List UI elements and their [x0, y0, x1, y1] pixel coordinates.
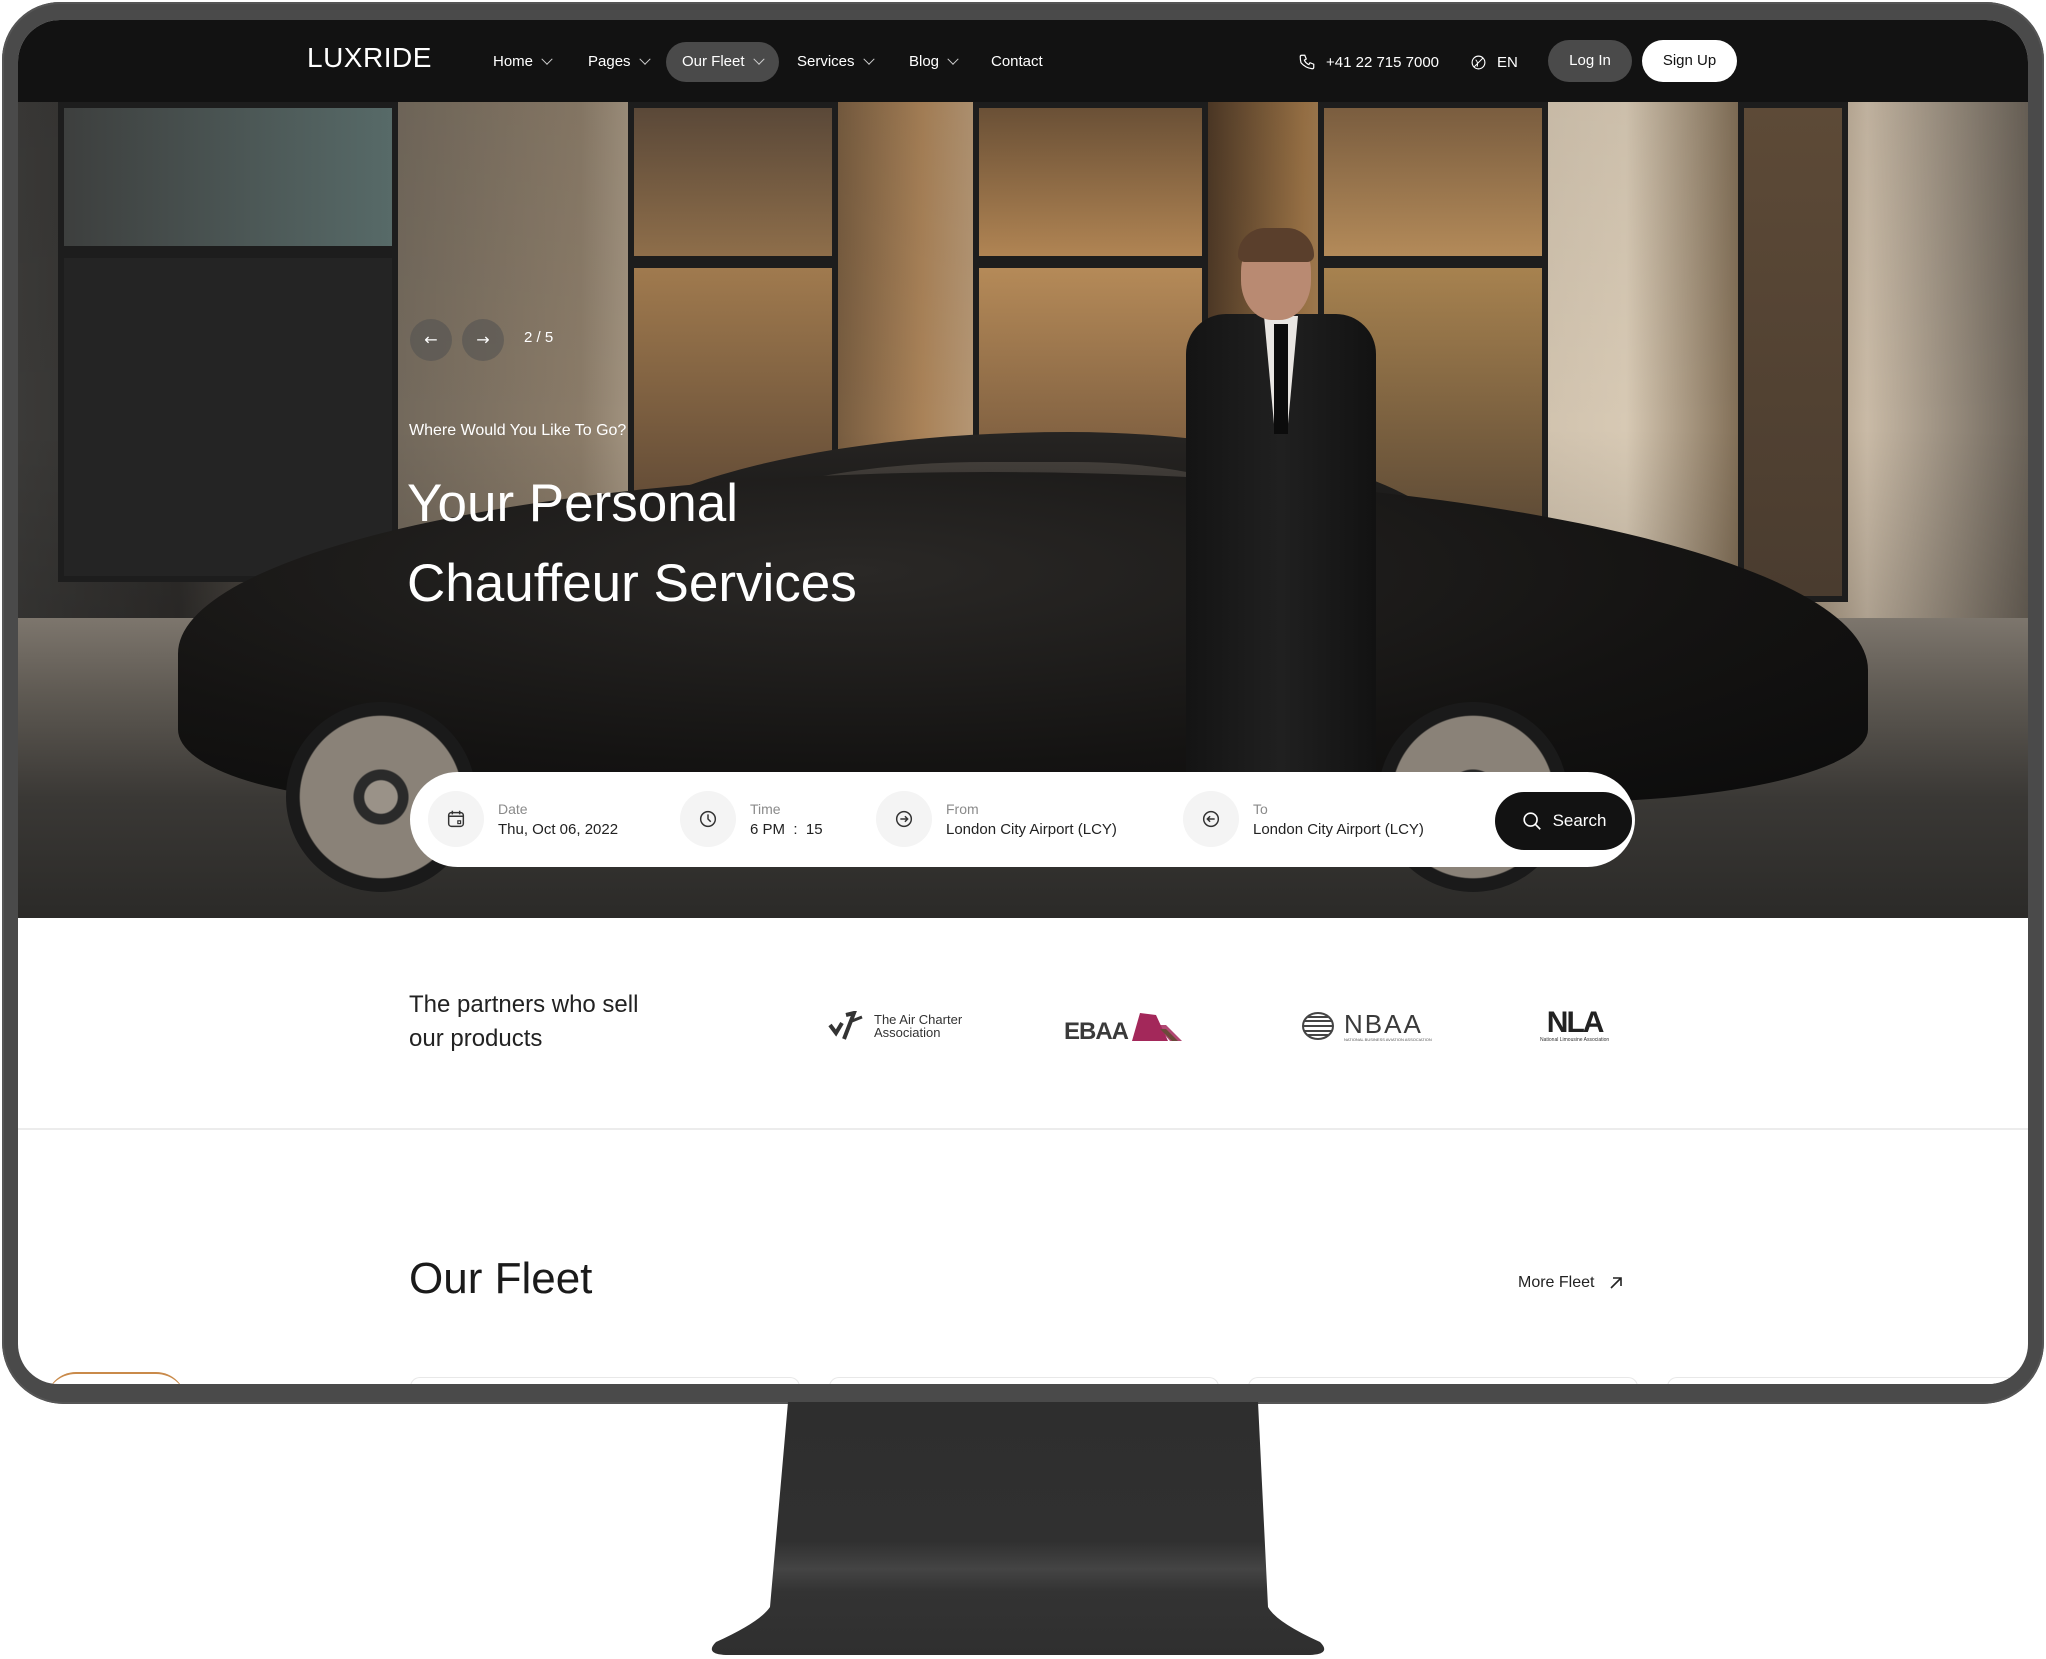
chevron-down-icon	[752, 53, 765, 65]
chevron-down-icon	[638, 53, 651, 65]
from-field[interactable]: From London City Airport (LCY)	[876, 789, 1117, 849]
nav-item-home[interactable]: Home	[493, 42, 553, 82]
chevron-down-icon	[541, 53, 553, 65]
date-label: Date	[498, 800, 528, 817]
nav-item-our-fleet[interactable]: Our Fleet	[666, 42, 779, 82]
section-divider	[18, 1128, 2028, 1130]
login-button[interactable]: Log In	[1548, 40, 1632, 82]
slide-counter: 2 / 5	[524, 329, 554, 346]
from-value: London City Airport (LCY)	[946, 820, 1117, 838]
hero-title-line-2: Chauffeur Services	[407, 554, 857, 613]
more-fleet-label: More Fleet	[1518, 1274, 1595, 1291]
fleet-section-title: Our Fleet	[409, 1254, 593, 1303]
language-selector[interactable]: EN	[1470, 42, 1518, 82]
globe-icon	[1471, 55, 1486, 69]
more-fleet-link[interactable]: More Fleet	[1518, 1274, 1624, 1292]
nav-label: Pages	[588, 53, 631, 70]
phone-number: +41 22 715 7000	[1326, 53, 1440, 71]
partner-logo-nbaa[interactable]: NBAA NATIONAL BUSINESS AVIATION ASSOCIAT…	[1302, 1004, 1432, 1048]
date-value: Thu, Oct 06, 2022	[498, 820, 619, 838]
nbaa-globe-icon	[1302, 1012, 1334, 1040]
from-label: From	[946, 800, 979, 817]
decorative-arc	[46, 1372, 186, 1384]
booking-search-bar: Date Thu, Oct 06, 2022 Time 6 PM : 15 Fr…	[410, 772, 1635, 867]
browser-screen: LUXRIDE Home Pages Our Fleet Services Bl…	[18, 20, 2028, 1384]
signup-button[interactable]: Sign Up	[1642, 40, 1737, 82]
phone-icon	[1299, 54, 1315, 70]
slider-prev-button[interactable]: ←	[410, 319, 452, 361]
nbaa-text: NBAA	[1344, 1008, 1423, 1039]
partners-heading: The partners who sell our products	[409, 988, 638, 1056]
to-label: To	[1253, 800, 1268, 817]
slider-next-button[interactable]: →	[462, 319, 504, 361]
partners-heading-line-1: The partners who sell	[409, 991, 639, 1018]
nav-item-contact[interactable]: Contact	[991, 42, 1043, 82]
monitor-stand	[711, 1402, 1325, 1655]
nav-label: Blog	[909, 53, 940, 70]
partner-logo-ebaa[interactable]: EBAA	[1064, 1004, 1186, 1048]
chevron-down-icon	[862, 53, 875, 65]
phone-link[interactable]: +41 22 715 7000	[1298, 42, 1439, 82]
nav-item-blog[interactable]: Blog	[909, 42, 959, 82]
fleet-card[interactable]	[410, 1377, 800, 1384]
fleet-card[interactable]	[1248, 1377, 1638, 1384]
fleet-card[interactable]	[829, 1377, 1219, 1384]
nav-item-services[interactable]: Services	[797, 42, 875, 82]
hero-title: Your Personal Chauffeur Services	[407, 464, 857, 624]
calendar-icon	[428, 791, 484, 847]
date-field[interactable]: Date Thu, Oct 06, 2022	[428, 789, 618, 849]
air-charter-logo-icon	[828, 1011, 863, 1040]
site-logo[interactable]: LUXRIDE	[307, 42, 432, 74]
partner-logo-nla[interactable]: NLA National Limousine Association	[1540, 1004, 1609, 1048]
hero-subtitle: Where Would You Like To Go?	[409, 422, 627, 439]
search-button[interactable]: Search	[1495, 792, 1632, 850]
nbaa-subtext: NATIONAL BUSINESS AVIATION ASSOCIATION	[1344, 1036, 1432, 1042]
ebaa-wing-icon	[1132, 1013, 1183, 1041]
nav-label: Services	[797, 53, 855, 70]
nav-label: Contact	[991, 53, 1043, 70]
fleet-card[interactable]	[1667, 1377, 2028, 1384]
partner-logo-line-2: Association	[874, 1025, 941, 1040]
nav-label: Home	[493, 53, 534, 70]
time-value: 6 PM : 15	[750, 820, 823, 838]
time-field[interactable]: Time 6 PM : 15	[680, 789, 823, 849]
search-icon	[1522, 812, 1541, 830]
partners-heading-line-2: our products	[409, 1025, 543, 1052]
nav-item-pages[interactable]: Pages	[588, 42, 651, 82]
nla-text: NLA	[1546, 1006, 1605, 1039]
hero-title-line-1: Your Personal	[407, 474, 738, 533]
ebaa-text: EBAA	[1064, 1018, 1129, 1045]
to-field[interactable]: To London City Airport (LCY)	[1183, 789, 1424, 849]
nav-label: Our Fleet	[682, 53, 745, 70]
time-label: Time	[750, 800, 781, 817]
arrow-right-icon: →	[476, 330, 490, 349]
top-navigation: LUXRIDE Home Pages Our Fleet Services Bl…	[18, 20, 2028, 102]
search-button-label: Search	[1552, 811, 1607, 830]
arrow-left-icon: ←	[424, 330, 438, 349]
hero-banner: ← → 2 / 5 Where Would You Like To Go? Yo…	[18, 102, 2028, 918]
nla-subtext: National Limousine Association	[1540, 1037, 1610, 1043]
to-value: London City Airport (LCY)	[1253, 820, 1424, 838]
partner-logo-air-charter-association[interactable]: The Air Charter Association	[828, 1004, 962, 1048]
arrow-up-right-icon	[1610, 1277, 1623, 1289]
clock-icon	[680, 791, 736, 847]
chevron-down-icon	[947, 53, 959, 65]
location-from-icon	[876, 791, 932, 847]
language-code: EN	[1497, 53, 1518, 71]
location-to-icon	[1183, 791, 1239, 847]
